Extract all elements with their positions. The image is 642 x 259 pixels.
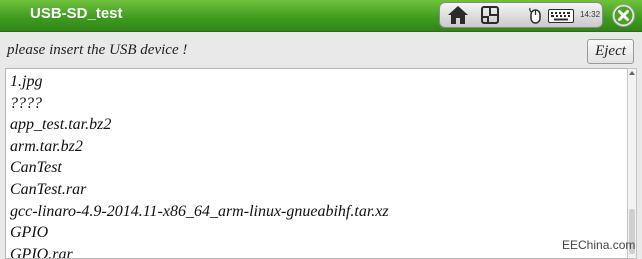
file-list[interactable]: 1.jpg???? app_test.tar.bz2 arm.tar.bz2 CanT…	[5, 68, 631, 259]
file-list-item[interactable]: 1.jpg	[10, 71, 630, 93]
close-button[interactable]	[612, 4, 635, 27]
window-title: USB-SD_test	[30, 5, 123, 22]
file-list-item[interactable]: CanTest	[10, 157, 630, 179]
watermark: EEChina.com	[562, 238, 636, 252]
mouse-icon[interactable]	[528, 7, 542, 24]
file-list-item[interactable]: GPIO.rar	[10, 244, 630, 258]
file-list-scrollbar[interactable]	[627, 68, 637, 259]
window-switch-icon[interactable]	[480, 5, 500, 25]
file-list-item[interactable]: app_test.tar.bz2	[10, 114, 630, 136]
keyboard-icon[interactable]	[548, 9, 574, 23]
file-list-item[interactable]: CanTest.rar	[10, 179, 630, 201]
title-bar: USB-SD_test 14:32	[0, 0, 642, 32]
status-message: please insert the USB device !	[7, 42, 188, 58]
eject-button[interactable]: Eject	[587, 39, 634, 64]
close-icon	[614, 6, 633, 25]
clock: 14:32	[580, 10, 601, 19]
file-list-item[interactable]: ????	[10, 93, 630, 115]
home-icon[interactable]	[447, 5, 469, 25]
file-list-item[interactable]: GPIO	[10, 222, 630, 244]
file-list-item[interactable]: arm.tar.bz2	[10, 136, 630, 158]
file-list-item[interactable]: gcc-linaro-4.9-2014.11-x86_64_arm-linux-…	[10, 201, 630, 223]
system-tray: 14:32	[439, 2, 603, 28]
scroll-up-arrow-icon[interactable]	[629, 71, 635, 75]
